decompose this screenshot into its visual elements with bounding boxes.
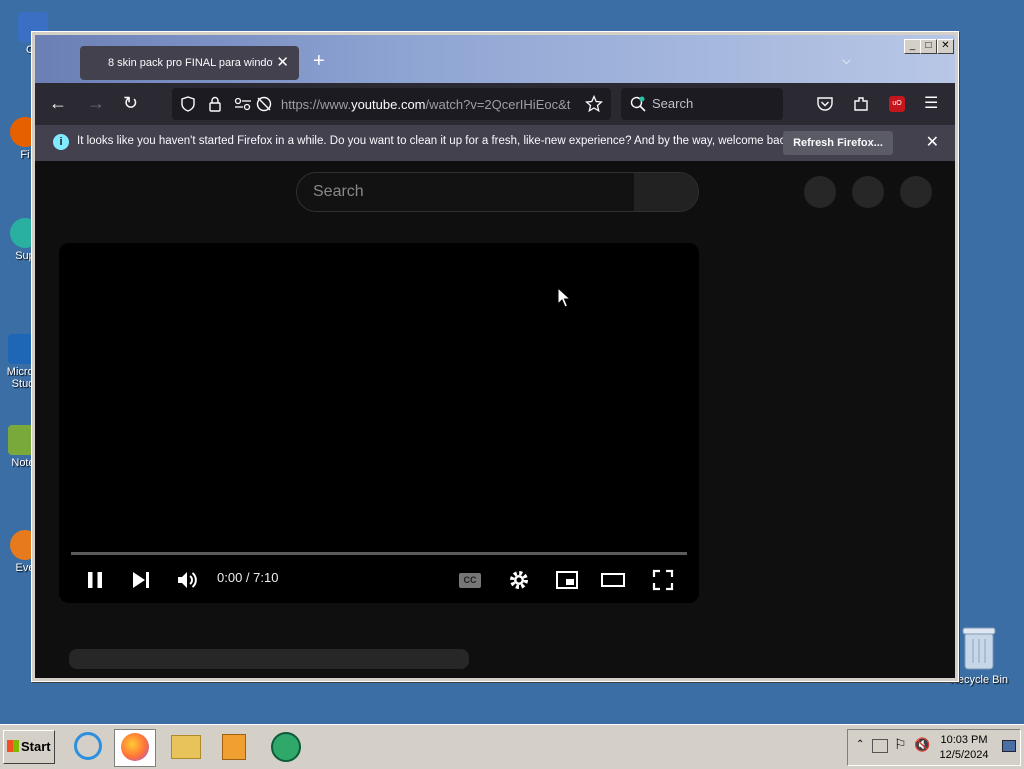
taskbar-app[interactable] xyxy=(266,729,306,765)
fullscreen-icon[interactable] xyxy=(651,568,675,592)
lock-icon[interactable] xyxy=(208,96,222,112)
pocket-icon[interactable] xyxy=(816,95,834,113)
next-icon[interactable] xyxy=(129,568,153,592)
windows-logo-icon xyxy=(7,740,19,752)
tab-title: 8 skin pack pro FINAL para window xyxy=(108,57,273,69)
firefox-icon xyxy=(121,733,149,761)
taskbar: Start ⌃ ⚐ 🔇 10:03 PM 12/5/2024 xyxy=(0,724,1024,769)
list-all-tabs-button[interactable]: ⌵ xyxy=(842,53,851,68)
volume-icon[interactable] xyxy=(175,568,199,592)
browser-tab[interactable]: 8 skin pack pro FINAL para window ✕ xyxy=(80,46,299,80)
recycle-bin-icon xyxy=(962,627,996,670)
media-player-icon xyxy=(222,734,246,760)
show-desktop-icon[interactable] xyxy=(1002,740,1016,752)
clock-time: 10:03 PM xyxy=(940,734,988,746)
header-button-placeholder[interactable] xyxy=(804,176,836,208)
maximize-button[interactable]: □ xyxy=(920,39,937,54)
subtitles-button[interactable]: CC xyxy=(459,573,481,588)
search-bar[interactable]: Search xyxy=(621,88,783,120)
reload-button[interactable]: ↻ xyxy=(123,92,138,114)
internet-explorer-icon xyxy=(74,732,102,760)
url-prefix: https://www. xyxy=(281,97,352,112)
clock-date: 12/5/2024 xyxy=(939,749,989,761)
autoplay-blocked-icon[interactable] xyxy=(256,96,272,112)
notification-bar: i It looks like you haven't started Fire… xyxy=(35,125,955,161)
pause-icon[interactable] xyxy=(83,568,107,592)
info-icon: i xyxy=(53,134,69,150)
close-window-button[interactable]: ✕ xyxy=(937,39,954,54)
url-text[interactable]: https://www.youtube.com/watch?v=2QcerIHi… xyxy=(281,97,576,112)
action-center-flag-icon[interactable]: ⚐ xyxy=(894,736,907,753)
search-placeholder: Search xyxy=(652,96,694,111)
url-domain: youtube.com xyxy=(351,97,426,112)
settings-gear-icon[interactable] xyxy=(507,568,531,592)
theater-mode-icon[interactable] xyxy=(601,568,625,592)
system-tray: ⌃ ⚐ 🔇 10:03 PM 12/5/2024 xyxy=(847,729,1021,766)
start-button[interactable]: Start xyxy=(3,730,55,764)
taskbar-ie[interactable] xyxy=(68,729,108,765)
clock[interactable]: 10:03 PM 12/5/2024 xyxy=(936,733,992,763)
notification-close-icon[interactable]: ✕ xyxy=(926,132,939,152)
green-app-icon xyxy=(271,732,301,762)
youtube-search-button[interactable] xyxy=(634,173,698,211)
youtube-search-placeholder: Search xyxy=(313,183,364,200)
taskbar-firefox[interactable] xyxy=(114,729,156,767)
forward-button[interactable]: → xyxy=(87,92,105,114)
navigation-toolbar: ← → ↻ https://www.youtube.com/watch?v=2Q… xyxy=(35,83,955,125)
start-label: Start xyxy=(21,739,51,754)
header-button-placeholder[interactable] xyxy=(852,176,884,208)
title-bar[interactable]: _ □ ✕ 8 skin pack pro FINAL para window … xyxy=(35,35,955,83)
ublock-origin-icon[interactable]: uO xyxy=(889,96,905,112)
permissions-icon[interactable] xyxy=(234,97,252,111)
url-rest: /watch?v=2QcerIHiEoc&t xyxy=(425,97,571,112)
volume-muted-icon[interactable]: 🔇 xyxy=(914,737,930,753)
shield-icon[interactable] xyxy=(180,96,196,112)
bookmark-star-icon[interactable] xyxy=(585,95,603,113)
page-content: Search 0:00 / 7:10 CC xyxy=(35,161,955,678)
taskbar-explorer[interactable] xyxy=(166,729,206,765)
search-engine-icon xyxy=(630,96,646,112)
notification-message: It looks like you haven't started Firefo… xyxy=(77,135,795,147)
taskbar-media-player[interactable] xyxy=(214,729,254,765)
minimize-button[interactable]: _ xyxy=(904,39,921,54)
video-title-placeholder xyxy=(69,649,469,669)
cc-label: CC xyxy=(463,575,477,585)
firefox-window: _ □ ✕ 8 skin pack pro FINAL para window … xyxy=(31,31,959,682)
mouse-cursor-icon xyxy=(557,287,571,308)
folder-icon xyxy=(171,735,201,759)
tab-close-icon[interactable]: ✕ xyxy=(276,53,289,71)
video-player[interactable]: 0:00 / 7:10 CC xyxy=(59,243,699,603)
video-time: 0:00 / 7:10 xyxy=(217,570,279,585)
video-progress-bar[interactable] xyxy=(71,552,687,555)
menu-icon[interactable]: ☰ xyxy=(924,93,938,113)
refresh-firefox-button[interactable]: Refresh Firefox... xyxy=(783,131,893,155)
new-tab-button[interactable]: + xyxy=(313,50,325,73)
extensions-icon[interactable] xyxy=(852,95,870,113)
network-icon[interactable] xyxy=(872,739,888,753)
back-button[interactable]: ← xyxy=(49,92,67,114)
miniplayer-icon[interactable] xyxy=(555,568,579,592)
show-hidden-icons[interactable]: ⌃ xyxy=(856,739,864,750)
url-bar[interactable]: https://www.youtube.com/watch?v=2QcerIHi… xyxy=(172,88,611,120)
youtube-search-input[interactable]: Search xyxy=(296,172,699,212)
avatar-placeholder[interactable] xyxy=(900,176,932,208)
